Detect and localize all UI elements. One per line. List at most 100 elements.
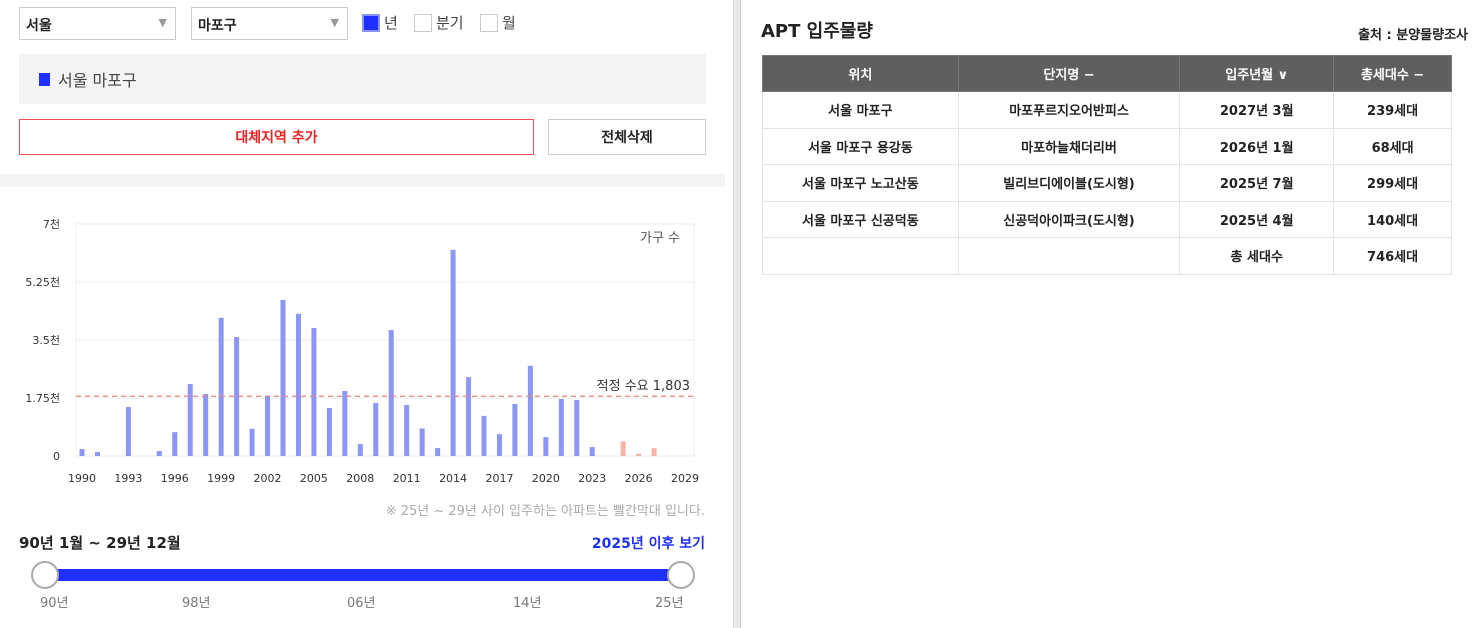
- range-slider-track[interactable]: [45, 569, 681, 581]
- view-after-2025-link[interactable]: 2025년 이후 보기: [592, 533, 705, 553]
- table-row: 서울 마포구 신공덕동 신공덕아이파크(도시형) 2025년 4월 140세대: [762, 200, 1452, 238]
- bar-1990: [79, 449, 85, 456]
- range-slider-end-handle[interactable]: [667, 561, 695, 589]
- bar-2001: [249, 428, 255, 456]
- table-cell: 140세대: [1333, 200, 1452, 238]
- city-select[interactable]: 서울 ▼: [19, 7, 176, 40]
- bar-1995: [156, 451, 162, 456]
- bar-2026: [636, 453, 642, 456]
- table-cell: 2026년 1월: [1179, 127, 1335, 165]
- col-move-in-sort[interactable]: 입주년월 ∨: [1179, 55, 1335, 92]
- y-axis-label: 가구 수: [640, 231, 680, 246]
- period-quarter-checkbox[interactable]: 분기: [414, 12, 464, 33]
- total-cell: 746세대: [1333, 237, 1452, 275]
- bar-1997: [187, 384, 193, 456]
- supply-table: 위치 단지명 − 입주년월 ∨ 총세대수 − 서울 마포구 마포푸르지오어반피스 2…: [762, 55, 1452, 275]
- table-cell: 서울 마포구 용강동: [762, 127, 959, 165]
- table-row: 서울 마포구 노고산동 빌리브디에이블(도시형) 2025년 7월 299세대: [762, 164, 1452, 202]
- checkbox-icon: [480, 13, 498, 32]
- x-tick-label: 2008: [346, 472, 374, 485]
- table-cell: 2025년 4월: [1179, 200, 1335, 238]
- bar-2008: [357, 444, 363, 456]
- table-cell: 2025년 7월: [1179, 164, 1335, 202]
- slider-tick: 98년: [182, 596, 211, 611]
- col-households-sort[interactable]: 총세대수 −: [1333, 55, 1452, 92]
- add-region-button[interactable]: 대체지역 추가: [19, 119, 534, 155]
- bar-1996: [172, 432, 178, 456]
- bar-1991: [94, 452, 100, 456]
- table-row: 서울 마포구 용강동 마포하늘채더리버 2026년 1월 68세대: [762, 127, 1452, 165]
- table-cell: 서울 마포구: [762, 91, 959, 129]
- bar-2013: [435, 448, 441, 456]
- y-tick-label: 7천: [43, 217, 60, 231]
- period-year-checkbox[interactable]: 년: [362, 12, 398, 33]
- bar-2009: [373, 402, 379, 456]
- bar-2015: [466, 377, 472, 456]
- bar-2025: [620, 441, 626, 456]
- table-total-row: 총 세대수 746세대: [762, 237, 1452, 275]
- table-cell: 68세대: [1333, 127, 1452, 165]
- slider-tick: 90년: [40, 596, 69, 611]
- table-cell: 신공덕아이파크(도시형): [957, 200, 1181, 238]
- bar-2007: [342, 391, 348, 456]
- empty-cell: [762, 237, 959, 275]
- bar-2011: [404, 404, 410, 456]
- dropdown-arrow-icon: ▼: [330, 16, 339, 29]
- bar-2016: [481, 415, 487, 456]
- data-source: 출처 : 분양물량조사: [1358, 28, 1468, 43]
- table-title: APT 입주물량: [761, 21, 873, 42]
- bar-2005: [311, 328, 317, 456]
- table-cell: 마포푸르지오어반피스: [957, 91, 1181, 129]
- table-cell: 서울 마포구 신공덕동: [762, 200, 959, 238]
- table-cell: 마포하늘채더리버: [957, 127, 1181, 165]
- checkbox-label: 월: [502, 14, 516, 32]
- bar-2018: [512, 403, 518, 456]
- table-cell: 239세대: [1333, 91, 1452, 129]
- delete-all-button[interactable]: 전체삭제: [548, 119, 706, 155]
- section-divider: [0, 174, 725, 187]
- city-select-value: 서울: [26, 18, 52, 34]
- dropdown-arrow-icon: ▼: [158, 16, 167, 29]
- range-slider-start-handle[interactable]: [31, 561, 59, 589]
- bar-1999: [218, 317, 224, 456]
- y-tick-label: 5.25천: [25, 275, 60, 289]
- x-tick-label: 2002: [254, 472, 282, 485]
- left-panel: 서울 ▼ 마포구 ▼ 년 분기 월 서울 마포구 대체지역 추가 전체삭제 0 1.7…: [0, 0, 725, 628]
- bar-2019: [527, 365, 533, 456]
- right-panel: APT 입주물량 출처 : 분양물량조사 위치 단지명 − 입주년월 ∨ 총세대…: [741, 0, 1482, 628]
- district-select[interactable]: 마포구 ▼: [191, 7, 348, 40]
- demand-reference-label: 적정 수요 1,803: [597, 379, 690, 394]
- y-tick-label: 1.75천: [25, 391, 60, 405]
- bar-2010: [388, 330, 394, 456]
- district-select-value: 마포구: [198, 18, 237, 34]
- x-tick-label: 1993: [114, 472, 142, 485]
- empty-cell: [957, 237, 1181, 275]
- table-cell: 서울 마포구 노고산동: [762, 164, 959, 202]
- table-row: 서울 마포구 마포푸르지오어반피스 2027년 3월 239세대: [762, 91, 1452, 129]
- table-cell: 299세대: [1333, 164, 1452, 202]
- range-label: 90년 1월 ~ 29년 12월: [19, 534, 181, 552]
- period-month-checkbox[interactable]: 월: [480, 12, 516, 33]
- legend-color-swatch: [39, 72, 50, 86]
- supply-bar-chart: 0 1.75천 3.5천 5.25천 7천 1990 1993 1996 1999 2002 200…: [25, 217, 699, 485]
- legend-label: 서울 마포구: [58, 71, 137, 90]
- total-cell: 총 세대수: [1179, 237, 1335, 275]
- table-cell: 빌리브디에이블(도시형): [957, 164, 1181, 202]
- bar-2002: [265, 396, 271, 456]
- checkbox-icon: [414, 13, 432, 32]
- col-location: 위치: [762, 55, 959, 92]
- x-tick-label: 2005: [300, 472, 328, 485]
- slider-tick: 14년: [513, 596, 542, 611]
- slider-tick: 06년: [347, 596, 376, 611]
- bar-2012: [419, 428, 425, 456]
- selected-region-legend: 서울 마포구: [19, 54, 706, 104]
- bar-2020: [543, 437, 549, 456]
- bar-2021: [558, 398, 564, 456]
- bar-2017: [496, 434, 502, 456]
- x-tick-label: 2020: [532, 472, 560, 485]
- col-complex-sort[interactable]: 단지명 −: [957, 55, 1181, 92]
- panel-splitter[interactable]: [733, 0, 741, 628]
- bar-2027: [651, 448, 657, 456]
- x-tick-label: 2017: [485, 472, 513, 485]
- bar-1993: [125, 406, 131, 456]
